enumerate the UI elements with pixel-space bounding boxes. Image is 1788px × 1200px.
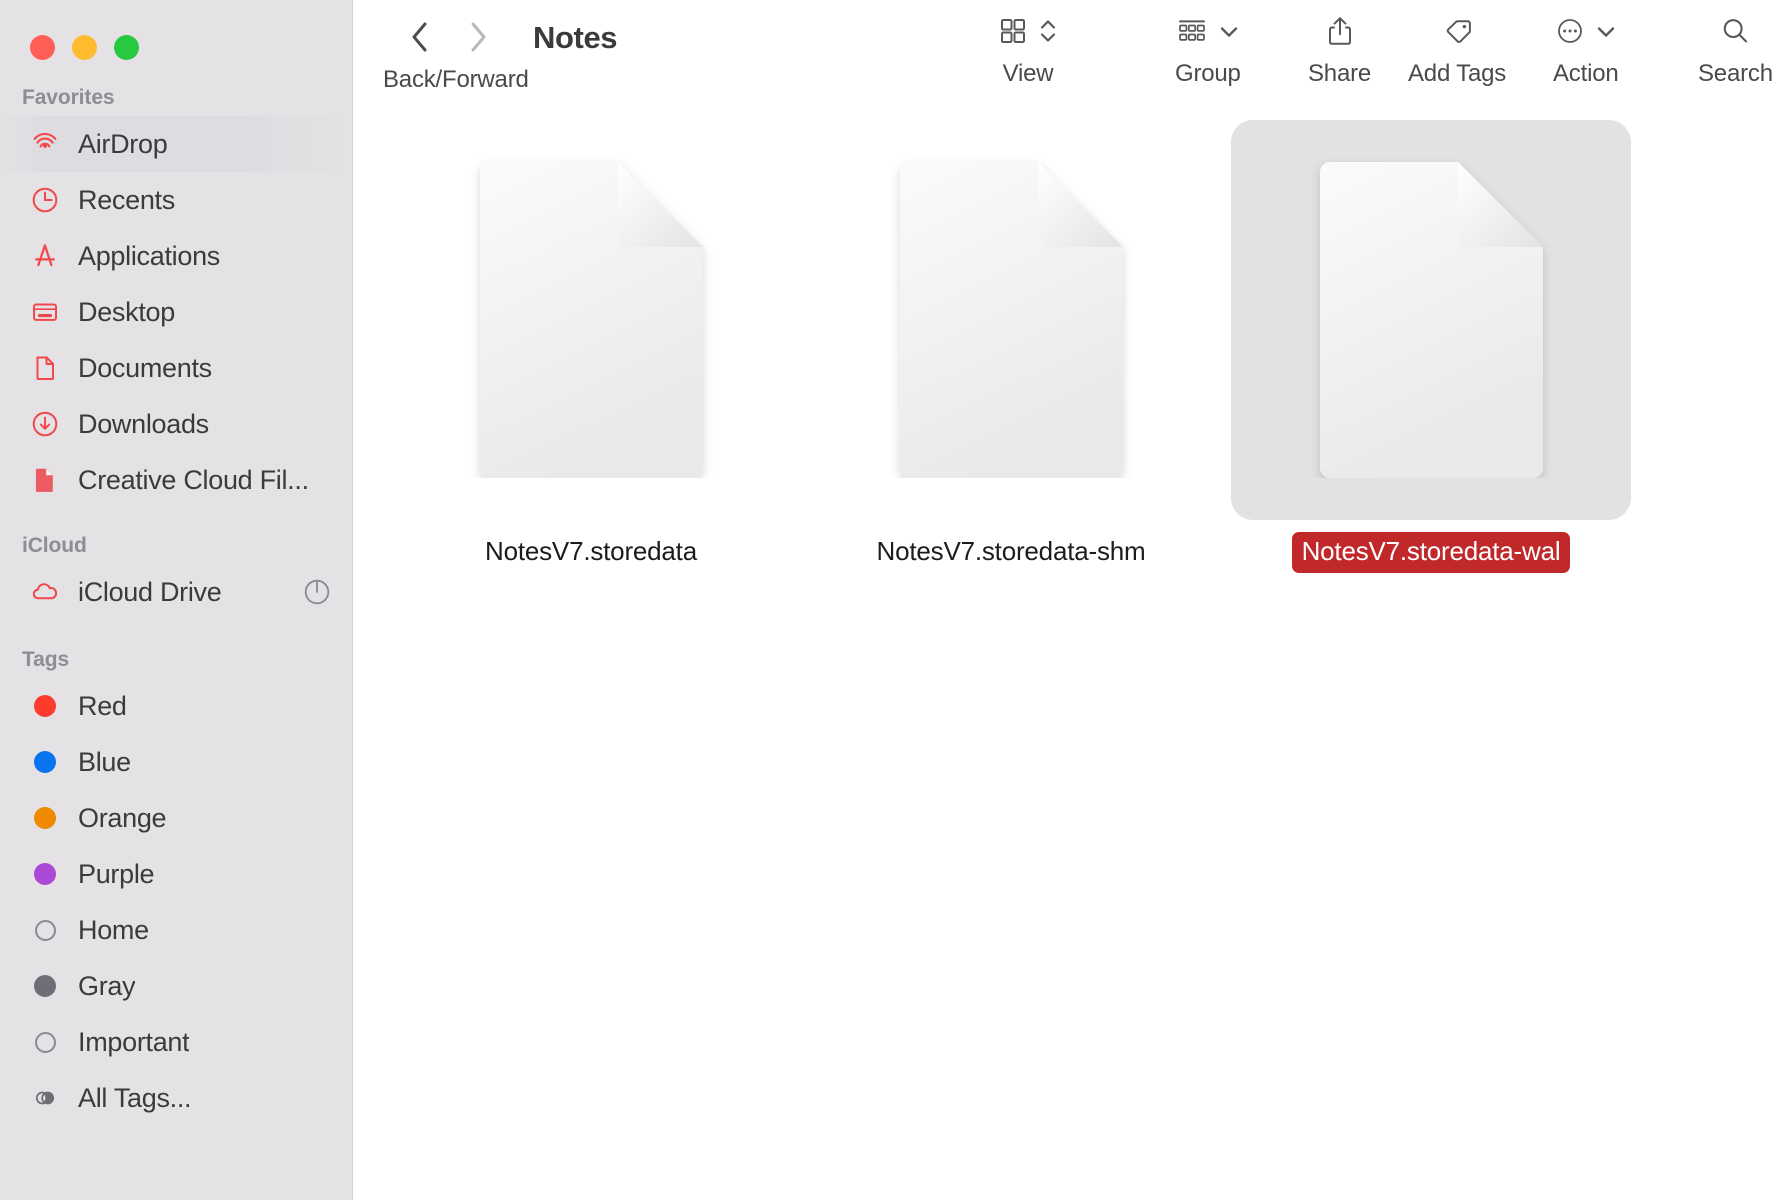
- sidebar-item-icloud-drive[interactable]: iCloud Drive: [0, 564, 352, 620]
- share-icon: [1325, 15, 1355, 52]
- sync-progress-icon[interactable]: [302, 577, 332, 607]
- grid-view-icon: [998, 16, 1028, 51]
- sidebar-item-label: Home: [78, 914, 149, 945]
- sidebar-item-tag-purple[interactable]: Purple: [0, 846, 352, 902]
- airdrop-icon: [30, 129, 60, 159]
- sidebar-section-favorites: Favorites: [22, 86, 115, 109]
- sidebar-item-downloads[interactable]: Downloads: [0, 396, 352, 452]
- sidebar-item-label: Orange: [78, 802, 167, 833]
- sidebar-item-label: Gray: [78, 970, 136, 1001]
- all-tags-icon: [30, 1083, 60, 1113]
- sidebar-item-label: Applications: [78, 240, 220, 271]
- sidebar-item-label: Purple: [78, 858, 155, 889]
- download-circle-icon: [30, 409, 60, 439]
- document-icon: [30, 353, 60, 383]
- tag-dot-icon: [30, 971, 60, 1001]
- sidebar-item-label: iCloud Drive: [78, 576, 222, 607]
- sidebar-item-label: Recents: [78, 184, 175, 215]
- file-item[interactable]: NotesV7.storedata: [381, 110, 801, 573]
- tag-ring-icon: [30, 915, 60, 945]
- chevron-updown-icon[interactable]: [1038, 16, 1058, 51]
- close-button[interactable]: [30, 35, 55, 60]
- sidebar-item-label: Red: [78, 690, 127, 721]
- sidebar-item-documents[interactable]: Documents: [0, 340, 352, 396]
- sidebar: Favorites AirDrop Recents Applications D…: [0, 0, 353, 1200]
- desktop-icon: [30, 297, 60, 327]
- sidebar-item-tag-blue[interactable]: Blue: [0, 734, 352, 790]
- search-label: Search: [1698, 60, 1773, 87]
- navigation-label: Back/Forward: [383, 66, 529, 93]
- sidebar-item-tag-red[interactable]: Red: [0, 678, 352, 734]
- sidebar-item-desktop[interactable]: Desktop: [0, 284, 352, 340]
- group-button[interactable]: Group: [1175, 12, 1241, 88]
- file-name-label[interactable]: NotesV7.storedata-wal: [1291, 532, 1571, 573]
- tag-dot-icon: [30, 691, 60, 721]
- sidebar-item-label: Creative Cloud Fil...: [78, 464, 309, 495]
- minimize-button[interactable]: [72, 35, 97, 60]
- action-label: Action: [1553, 60, 1619, 87]
- search-icon: [1719, 15, 1751, 52]
- sidebar-item-airdrop[interactable]: AirDrop: [0, 116, 352, 172]
- blank-document-icon: [468, 158, 715, 483]
- page-title: Notes: [533, 20, 618, 55]
- sidebar-item-label: Desktop: [78, 296, 175, 327]
- creative-cloud-files-icon: [30, 465, 60, 495]
- blank-document-icon: [888, 158, 1135, 483]
- sidebar-item-tag-important[interactable]: Important: [0, 1014, 352, 1070]
- sidebar-item-applications[interactable]: Applications: [0, 228, 352, 284]
- group-label: Group: [1175, 60, 1241, 87]
- window-traffic-lights: [30, 35, 139, 60]
- finder-window: Favorites AirDrop Recents Applications D…: [0, 0, 1788, 1200]
- file-icon-wrapper: [1231, 120, 1631, 520]
- cloud-icon: [30, 577, 60, 607]
- action-button[interactable]: Action: [1553, 12, 1619, 88]
- ellipsis-circle-icon: [1555, 16, 1585, 51]
- sidebar-item-tag-gray[interactable]: Gray: [0, 958, 352, 1014]
- sidebar-item-label: Documents: [78, 352, 212, 383]
- file-name-label[interactable]: NotesV7.storedata-shm: [867, 532, 1156, 573]
- sidebar-item-tag-home[interactable]: Home: [0, 902, 352, 958]
- chevron-down-icon[interactable]: [1595, 16, 1617, 51]
- back-button[interactable]: [403, 16, 437, 58]
- toolbar: Back/Forward Notes View Group Share Add …: [353, 0, 1788, 110]
- sidebar-section-tags: Tags: [22, 648, 70, 671]
- file-grid: NotesV7.storedata NotesV7.storedata-shm: [353, 110, 1788, 573]
- blank-document-icon: [1308, 158, 1555, 483]
- file-name-label[interactable]: NotesV7.storedata: [475, 532, 707, 573]
- sidebar-section-icloud: iCloud: [22, 534, 87, 557]
- chevron-down-icon[interactable]: [1218, 16, 1240, 51]
- sidebar-item-label: Important: [78, 1026, 190, 1057]
- applications-icon: [30, 241, 60, 271]
- main-content: Back/Forward Notes View Group Share Add …: [353, 0, 1788, 1200]
- file-icon-wrapper: [811, 120, 1211, 520]
- view-label: View: [1002, 60, 1054, 87]
- file-item-selected[interactable]: NotesV7.storedata-wal: [1221, 110, 1641, 573]
- view-button[interactable]: View: [998, 12, 1058, 88]
- group-list-icon: [1176, 16, 1208, 51]
- tag-ring-icon: [30, 1027, 60, 1057]
- zoom-button[interactable]: [114, 35, 139, 60]
- add-tags-label: Add Tags: [1408, 60, 1507, 87]
- search-button[interactable]: Search: [1698, 12, 1773, 88]
- sidebar-item-all-tags[interactable]: All Tags...: [0, 1070, 352, 1126]
- sidebar-item-recents[interactable]: Recents: [0, 172, 352, 228]
- sidebar-item-tag-orange[interactable]: Orange: [0, 790, 352, 846]
- sidebar-item-creative-cloud-files[interactable]: Creative Cloud Fil...: [0, 452, 352, 508]
- sidebar-item-label: Downloads: [78, 408, 209, 439]
- clock-icon: [30, 185, 60, 215]
- sidebar-item-label: AirDrop: [78, 128, 168, 159]
- forward-button[interactable]: [461, 16, 495, 58]
- share-button[interactable]: Share: [1308, 12, 1371, 88]
- add-tags-button[interactable]: Add Tags: [1408, 12, 1506, 88]
- sidebar-item-label: All Tags...: [78, 1082, 192, 1113]
- tag-dot-icon: [30, 859, 60, 889]
- file-item[interactable]: NotesV7.storedata-shm: [801, 110, 1221, 573]
- sidebar-item-label: Blue: [78, 746, 131, 777]
- tag-icon: [1440, 16, 1474, 51]
- tag-dot-icon: [30, 747, 60, 777]
- share-label: Share: [1308, 60, 1372, 87]
- navigation-buttons: [403, 16, 495, 58]
- tag-dot-icon: [30, 803, 60, 833]
- file-icon-wrapper: [391, 120, 791, 520]
